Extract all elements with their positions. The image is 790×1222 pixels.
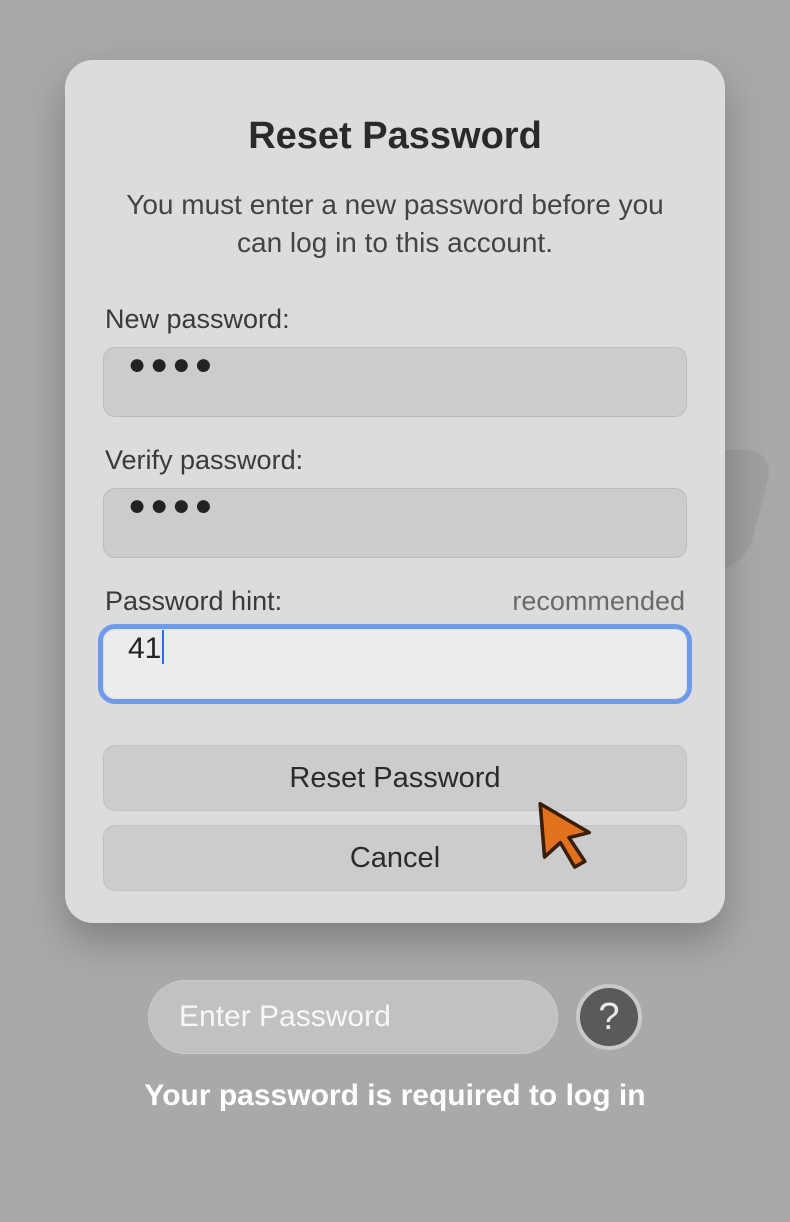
dialog-title: Reset Password xyxy=(103,115,687,158)
new-password-input[interactable]: ●●●● xyxy=(103,347,687,417)
password-hint-input[interactable]: 41 xyxy=(103,629,687,699)
password-hint-group: Password hint: recommended 41 xyxy=(103,586,687,699)
verify-password-group: Verify password: ●●●● xyxy=(103,445,687,558)
password-hint-value: 41 xyxy=(128,632,161,666)
verify-password-label: Verify password: xyxy=(105,445,303,476)
new-password-group: New password: ●●●● xyxy=(103,304,687,417)
help-icon[interactable]: ? xyxy=(576,984,642,1050)
verify-password-input[interactable]: ●●●● xyxy=(103,488,687,558)
reset-password-button[interactable]: Reset Password xyxy=(103,745,687,811)
text-caret xyxy=(162,630,164,664)
dialog-subtitle: You must enter a new password before you… xyxy=(103,186,687,262)
login-caption: Your password is required to log in xyxy=(115,1076,675,1117)
new-password-label: New password: xyxy=(105,304,290,335)
password-hint-recommended: recommended xyxy=(512,586,685,617)
login-password-placeholder: Enter Password xyxy=(179,1000,391,1034)
reset-password-dialog: Reset Password You must enter a new pass… xyxy=(65,60,725,923)
login-area: Enter Password ? Your password is requir… xyxy=(0,980,790,1117)
cancel-button[interactable]: Cancel xyxy=(103,825,687,891)
login-password-input[interactable]: Enter Password xyxy=(148,980,558,1054)
password-hint-label: Password hint: xyxy=(105,586,282,617)
dialog-buttons: Reset Password Cancel xyxy=(103,745,687,891)
